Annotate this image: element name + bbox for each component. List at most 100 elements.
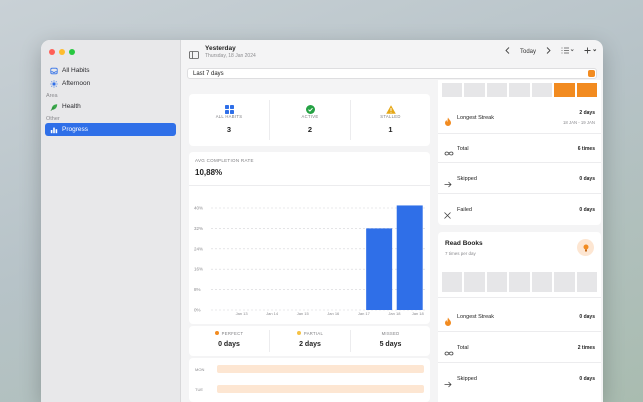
add-icon[interactable] xyxy=(584,47,597,56)
y-tick-label: 32% xyxy=(194,226,203,231)
page-title: Yesterday xyxy=(205,45,236,52)
habit-day-segment xyxy=(509,83,530,97)
stat-value: 3 xyxy=(226,125,232,134)
skipped-row: Skipped 0 days xyxy=(438,164,601,194)
legend-label: MISSED xyxy=(381,331,400,336)
sidebar-toggle-icon[interactable] xyxy=(189,46,199,64)
view-options-icon[interactable] xyxy=(561,47,574,56)
y-tick-label: 16% xyxy=(194,267,203,272)
row-value: 0 days xyxy=(579,176,595,182)
legend-value: 5 days xyxy=(379,341,402,348)
habit-progress-bar xyxy=(442,272,597,292)
chevron-right-icon[interactable] xyxy=(546,47,551,56)
perfect-dot-icon xyxy=(214,331,219,335)
x-tick-label: Jan 15 xyxy=(297,311,310,316)
sun-icon xyxy=(50,79,58,88)
total-row: Total 6 times xyxy=(438,135,601,163)
flame-icon xyxy=(444,313,452,331)
sidebar-item-label: Progress xyxy=(62,126,89,133)
row-label: Skipped xyxy=(457,176,477,182)
completion-value: 10,88% xyxy=(195,168,223,177)
row-label: Total xyxy=(457,146,469,152)
sidebar-item-afternoon[interactable]: Afternoon xyxy=(45,77,176,90)
sidebar-item-health[interactable]: Health xyxy=(45,100,176,113)
tray-icon xyxy=(50,67,58,75)
sidebar-item-all-habits[interactable]: All Habits xyxy=(45,64,176,77)
stat-value: 1 xyxy=(388,125,393,134)
window-controls xyxy=(49,49,75,55)
today-button[interactable]: Today xyxy=(520,49,536,55)
habit-day-segment xyxy=(576,272,597,292)
y-tick-label: 8% xyxy=(194,287,201,292)
row-label: Skipped xyxy=(457,376,477,382)
warning-icon xyxy=(351,101,430,114)
habit-day-segment xyxy=(554,83,575,97)
habit-day-segment xyxy=(531,272,553,292)
stat-stalled: STALLED 1 xyxy=(351,94,430,146)
heatmap-row xyxy=(217,365,424,373)
stat-label: ALL HABITS xyxy=(215,114,243,119)
stat-active: ACTIVE 2 xyxy=(270,94,350,146)
completion-label: AVG COMPLETION RATE xyxy=(195,158,254,163)
main-content: Yesterday Thursday, 18 Jan 2024 Today La… xyxy=(181,40,603,402)
y-tick-label: 24% xyxy=(194,246,203,251)
longest-streak-row: Longest Streak 0 days xyxy=(438,302,601,332)
failed-row: Failed 0 days xyxy=(438,195,601,225)
period-value: Last 7 days xyxy=(193,71,224,77)
habit-frequency: 7 times per day xyxy=(445,251,476,256)
legend-missed: MISSED 5 days xyxy=(351,326,430,356)
heatmap-row-label: MON xyxy=(195,367,205,372)
row-value: 0 days xyxy=(579,207,595,213)
total-row: Total 2 times xyxy=(438,333,601,363)
habit-day-segment xyxy=(509,272,530,292)
row-value: 0 days xyxy=(579,314,595,320)
habit-day-segment xyxy=(486,272,508,292)
arrow-right-icon xyxy=(444,375,452,393)
divider xyxy=(189,185,430,186)
x-tick-label: Jan 13 xyxy=(236,311,249,316)
summary-card: ALL HABITS 3 ACTIVE 2 STALLED 1 xyxy=(189,94,430,146)
legend-value: 2 days xyxy=(299,341,321,348)
app-window: All Habits Afternoon Area Health Other P… xyxy=(41,40,603,402)
y-tick-label: 0% xyxy=(194,308,201,313)
period-selector[interactable]: Last 7 days xyxy=(187,68,597,79)
x-tick-label: Jan 18 xyxy=(412,311,425,316)
flame-icon xyxy=(444,113,452,131)
page-subtitle: Thursday, 18 Jan 2024 xyxy=(205,53,256,59)
close-window-button[interactable] xyxy=(49,49,55,55)
row-label: Total xyxy=(457,345,469,351)
minimize-window-button[interactable] xyxy=(59,49,65,55)
legend-label: PERFECT xyxy=(221,331,244,336)
zoom-window-button[interactable] xyxy=(69,49,75,55)
habit-day-segment xyxy=(576,83,597,97)
row-value: 0 days xyxy=(579,376,595,382)
x-tick-label: Jan 18 xyxy=(388,311,401,316)
period-dropdown-button[interactable] xyxy=(588,70,595,77)
arrow-right-icon xyxy=(444,175,452,193)
infinity-icon xyxy=(444,344,454,362)
sidebar-item-label: Health xyxy=(62,103,81,110)
chevron-left-icon[interactable] xyxy=(505,47,510,56)
habit-day-segment xyxy=(442,83,463,97)
sidebar-section-other: Other xyxy=(46,116,60,122)
row-value: 2 days xyxy=(579,110,595,116)
stat-all-habits: ALL HABITS 3 xyxy=(189,94,269,146)
row-label: Failed xyxy=(457,207,472,213)
sidebar-item-label: Afternoon xyxy=(62,80,91,87)
toolbar: Yesterday Thursday, 18 Jan 2024 Today xyxy=(181,40,603,66)
heatmap-row xyxy=(217,385,424,393)
longest-streak-row: Longest Streak 2 days 18 JAN - 19 JAN xyxy=(438,100,601,134)
habit-day-segment xyxy=(464,83,485,97)
x-tick-label: Jan 16 xyxy=(327,311,340,316)
chart-icon xyxy=(50,126,58,134)
checkmark-icon xyxy=(270,101,350,114)
bar xyxy=(396,205,423,310)
sidebar-item-label: All Habits xyxy=(62,67,90,74)
x-icon xyxy=(444,206,451,224)
stat-label: ACTIVE xyxy=(301,114,319,119)
sidebar-item-progress[interactable]: Progress xyxy=(45,123,176,136)
habit-day-segment xyxy=(464,272,485,292)
habit-progress-bar xyxy=(442,83,597,97)
sidebar-section-area: Area xyxy=(46,93,58,99)
row-label: Longest Streak xyxy=(457,115,494,121)
